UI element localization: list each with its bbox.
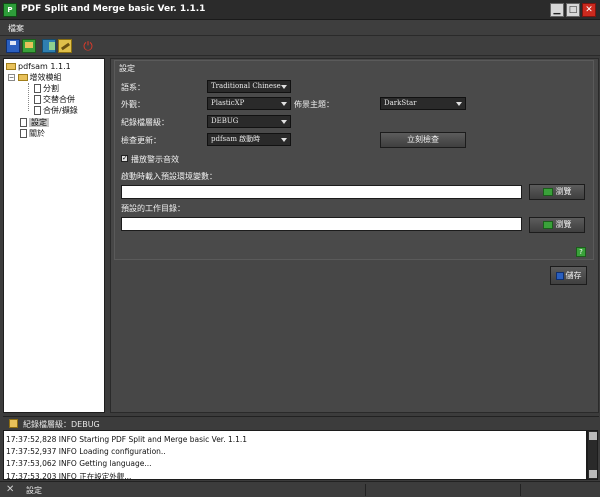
browse-workdir-button[interactable]: 瀏覽 <box>529 217 585 233</box>
minimize-button[interactable]: ▁ <box>550 3 564 17</box>
maximize-button[interactable]: □ <box>566 3 580 17</box>
scroll-up-icon[interactable] <box>589 432 597 440</box>
browse-env-button[interactable]: 瀏覽 <box>529 184 585 200</box>
look-select[interactable]: PlasticXP <box>207 97 291 110</box>
menu-bar: 檔案 <box>0 20 600 36</box>
log-header: 紀錄檔層級：DEBUG <box>3 416 599 429</box>
title-bar: P PDF Split and Merge basic Ver. 1.1.1 ▁… <box>0 0 600 20</box>
env-label: 啟動時載入預設環境變數： <box>121 172 217 181</box>
folder-open-icon <box>6 63 16 70</box>
page-icon <box>20 129 27 138</box>
toolbar: ⏻ <box>0 36 600 56</box>
workdir-label: 預設的工作目錄： <box>121 204 185 213</box>
edit-icon[interactable] <box>58 39 72 53</box>
window-title: PDF Split and Merge basic Ver. 1.1.1 <box>21 4 206 14</box>
tree-item-settings[interactable]: 設定 <box>20 117 49 128</box>
language-select[interactable]: Traditional Chinese <box>207 80 291 93</box>
play-sounds-label: 播放警示音效 <box>131 155 179 164</box>
tree-plugins[interactable]: − 增效模組 <box>8 72 62 83</box>
save-icon[interactable] <box>6 39 20 53</box>
chevron-down-icon <box>456 102 462 106</box>
export-icon[interactable] <box>42 39 56 53</box>
chevron-down-icon <box>281 120 287 124</box>
status-text: 設定 <box>26 486 42 495</box>
log-level-indicator: 紀錄檔層級：DEBUG <box>23 420 100 429</box>
tools-icon: ✕ <box>6 484 15 495</box>
look-label: 外觀： <box>121 100 145 109</box>
pdfsam-icon: P <box>3 3 17 17</box>
collapse-icon[interactable]: − <box>8 74 15 81</box>
tree-item-about[interactable]: 關於 <box>20 128 45 139</box>
play-sounds-checkbox[interactable] <box>121 154 128 162</box>
language-label: 語系： <box>121 83 145 92</box>
log-level-select[interactable]: DEBUG <box>207 115 291 128</box>
page-icon <box>34 84 41 93</box>
chevron-down-icon <box>281 102 287 106</box>
scroll-down-icon[interactable] <box>589 470 597 478</box>
log-area[interactable]: 17:37:52,828 INFO Starting PDF Split and… <box>3 430 587 480</box>
log-line: 17:37:52,937 INFO Loading configuration.… <box>6 447 166 456</box>
env-path-input[interactable] <box>121 185 522 199</box>
theme-label: 佈景主題： <box>294 100 334 109</box>
tree-root[interactable]: pdfsam 1.1.1 <box>6 61 71 72</box>
save-button[interactable]: 儲存 <box>550 266 587 285</box>
page-icon <box>34 106 41 115</box>
panel-title: 設定 <box>119 64 135 73</box>
power-icon[interactable]: ⏻ <box>81 39 95 53</box>
log-level-label: 紀錄檔層級： <box>121 118 169 127</box>
status-bar: ✕ 設定 <box>0 481 600 497</box>
check-updates-select[interactable]: pdfsam 啟動時 <box>207 133 291 146</box>
log-line: 17:37:52,828 INFO Starting PDF Split and… <box>6 435 248 444</box>
menu-file[interactable]: 檔案 <box>8 23 24 34</box>
chevron-down-icon <box>281 138 287 142</box>
browse-icon <box>542 187 553 196</box>
folder-open-icon <box>17 74 28 81</box>
help-icon[interactable]: ? <box>576 247 586 257</box>
tree-item-split[interactable]: 分割 <box>34 83 59 94</box>
close-button[interactable]: ✕ <box>582 3 596 17</box>
theme-select[interactable]: DarkStar <box>380 97 466 110</box>
open-icon[interactable] <box>22 39 36 53</box>
tree-item-merge-extract[interactable]: 合併/擷錄 <box>34 105 78 116</box>
page-icon <box>34 95 41 104</box>
log-line: 17:37:53,062 INFO Getting language... <box>6 459 152 468</box>
check-now-button[interactable]: 立刻檢查 <box>380 132 466 148</box>
log-scrollbar[interactable] <box>587 430 598 480</box>
log-icon <box>9 419 18 428</box>
tree-item-alternate-mix[interactable]: 交替合併 <box>34 94 75 105</box>
page-icon <box>20 118 27 127</box>
chevron-down-icon <box>281 85 287 89</box>
navigation-tree: pdfsam 1.1.1 − 增效模組 分割 交替合併 合併/擷錄 設定 關於 <box>3 58 105 413</box>
log-line: 17:37:53,203 INFO 正在設定外觀... <box>6 472 132 480</box>
check-updates-label: 檢查更新： <box>121 136 161 145</box>
workdir-input[interactable] <box>121 217 522 231</box>
save-icon <box>555 271 564 280</box>
browse-icon <box>542 220 553 229</box>
